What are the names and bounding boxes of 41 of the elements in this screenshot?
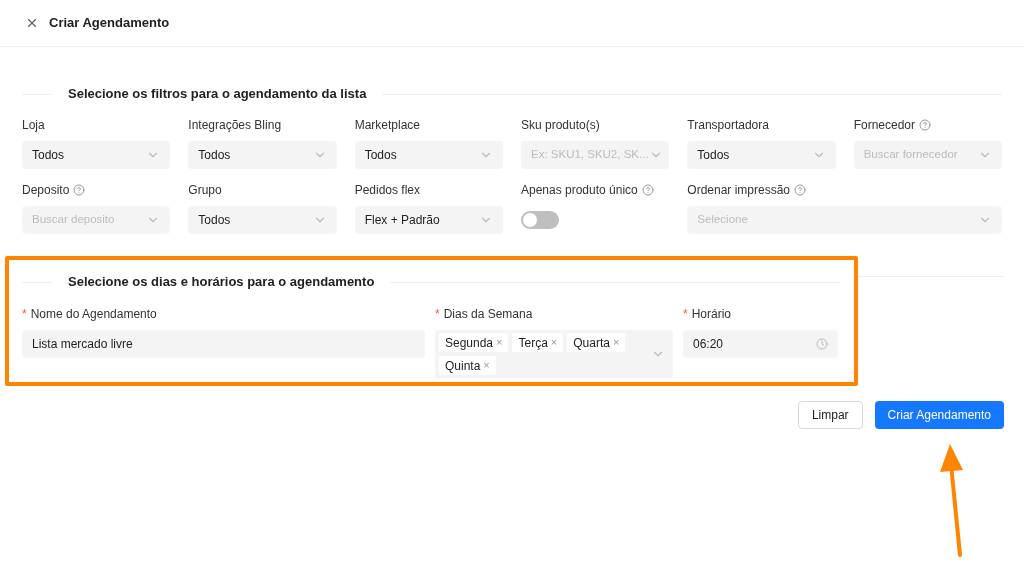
clock-icon (816, 338, 828, 350)
clear-button[interactable]: Limpar (797, 401, 863, 429)
required-mark: * (683, 306, 688, 323)
field-label: Sku produto(s) (521, 117, 600, 134)
section-title: Selecione os dias e horários para o agendamento (68, 273, 375, 292)
day-tag: Terça × (512, 333, 564, 352)
field-label: Ordenar impressão (687, 182, 791, 199)
day-tag: Segunda × (439, 333, 509, 352)
field-label: Pedidos flex (354, 182, 421, 199)
close-icon[interactable] (25, 16, 39, 30)
required-mark: * (22, 306, 27, 323)
help-icon[interactable] (919, 119, 932, 131)
field-label: Nome do Agendamento (30, 306, 157, 323)
select-field[interactable]: Todos (354, 141, 503, 169)
required-mark: * (435, 306, 440, 323)
field-label: Fornecedor (853, 117, 916, 134)
field-label: Marketplace (354, 117, 421, 134)
field-label: Loja (22, 117, 45, 134)
help-icon[interactable] (73, 184, 86, 196)
time-picker[interactable]: 06:20 (683, 330, 838, 358)
help-icon[interactable] (641, 184, 654, 196)
toggle-switch[interactable] (521, 211, 559, 229)
select-field[interactable]: Flex + Padrão (354, 206, 503, 234)
field-label: Dias da Semana (443, 306, 533, 323)
section-title: Selecione os filtros para o agendamento da lista (68, 85, 367, 104)
submit-button[interactable]: Criar Agendamento (874, 401, 1004, 429)
dialog-title: Criar Agendamento (49, 14, 170, 33)
field-label: Deposito (22, 182, 70, 199)
field-label: Grupo (188, 182, 222, 199)
help-icon[interactable] (794, 184, 807, 196)
field-label: Apenas produto único (521, 182, 638, 199)
select-field[interactable]: Todos (188, 206, 337, 234)
select-field[interactable]: Todos (188, 141, 337, 169)
field-label: Integrações Bling (188, 117, 282, 134)
field-label: Transportadora (687, 117, 769, 134)
select-field[interactable]: Todos (687, 141, 836, 169)
day-tag: Quarta × (567, 333, 626, 352)
name-input[interactable]: Lista mercado livre (22, 330, 425, 358)
field-label: Horário (691, 306, 732, 323)
select-field[interactable]: Todos (22, 141, 171, 169)
day-tag: Quinta × (439, 356, 496, 375)
